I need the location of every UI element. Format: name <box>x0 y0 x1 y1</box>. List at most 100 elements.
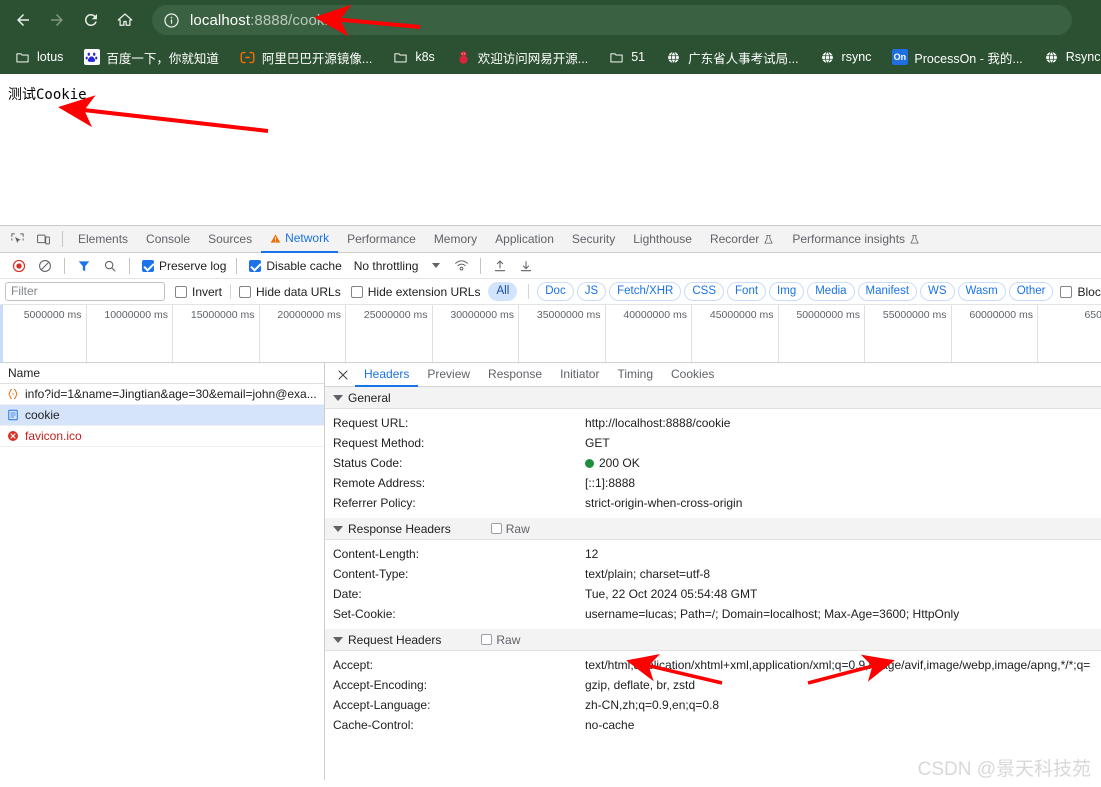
inspect-element-icon[interactable] <box>4 227 30 251</box>
devtools-tab-label: Memory <box>433 232 478 246</box>
detail-tab-response[interactable]: Response <box>479 363 551 387</box>
section-header[interactable]: Response Headers Raw <box>325 518 1101 540</box>
info-circle-icon[interactable] <box>160 9 182 31</box>
header-value: GET <box>585 436 610 450</box>
overview-tick: 40000000 ms <box>606 305 692 362</box>
devtools-tab-elements[interactable]: Elements <box>69 226 137 252</box>
devtools-tab-performance[interactable]: Performance <box>338 226 425 252</box>
search-icon[interactable] <box>97 254 123 278</box>
disable-cache-label: Disable cache <box>266 258 342 273</box>
request-row[interactable]: cookie <box>0 405 324 426</box>
detail-tab-preview[interactable]: Preview <box>418 363 479 387</box>
devtools-tab-lighthouse[interactable]: Lighthouse <box>624 226 701 252</box>
type-filter-ws[interactable]: WS <box>920 282 955 301</box>
header-key: Remote Address: <box>333 476 426 490</box>
header-row: Referrer Policy: strict-origin-when-cross… <box>325 493 1101 513</box>
type-filter-all[interactable]: All <box>488 282 518 301</box>
devtools-tab-label: Elements <box>78 232 129 246</box>
type-filter-media[interactable]: Media <box>807 282 855 301</box>
network-overview-timeline[interactable]: 5000000 ms 10000000 ms 15000000 ms 20000000… <box>0 305 1101 363</box>
type-filter-fetch-xhr[interactable]: Fetch/XHR <box>609 282 682 301</box>
network-split-view: Name info?id=1&name=Jingtian&age=30&emai… <box>0 363 1101 780</box>
type-filter-other[interactable]: Other <box>1008 282 1054 301</box>
close-icon[interactable] <box>331 364 355 386</box>
beaker-icon <box>909 234 920 245</box>
bookmark-item[interactable]: lotus <box>10 46 71 69</box>
clear-icon[interactable] <box>32 254 58 278</box>
export-har-icon[interactable] <box>513 254 539 278</box>
hide-data-urls-checkbox[interactable]: Hide data URLs <box>239 285 341 299</box>
header-row: Date: Tue, 22 Oct 2024 05:54:48 GMT <box>325 584 1101 604</box>
forward-button[interactable] <box>42 5 72 35</box>
detail-tab-timing[interactable]: Timing <box>608 363 662 387</box>
bookmark-label: 百度一下，你就知道 <box>106 51 219 66</box>
disable-cache-checkbox[interactable]: Disable cache <box>249 258 342 273</box>
watermark: CSDN @景天科技苑 <box>917 759 1091 780</box>
bookmark-item[interactable]: k8s <box>388 46 442 69</box>
devtools-tab-security[interactable]: Security <box>563 226 624 252</box>
type-filter-font[interactable]: Font <box>727 282 767 301</box>
hide-extension-urls-checkbox[interactable]: Hide extension URLs <box>350 285 480 299</box>
raw-toggle[interactable]: Raw <box>481 633 520 647</box>
devtools-tab-label: Performance insights <box>792 232 906 246</box>
bookmark-item[interactable]: rsync <box>815 46 880 69</box>
type-filter-wasm[interactable]: Wasm <box>957 282 1006 301</box>
requests-column-header[interactable]: Name <box>0 363 324 384</box>
header-value: strict-origin-when-cross-origin <box>585 496 743 510</box>
devtools-tab-application[interactable]: Application <box>486 226 563 252</box>
back-button[interactable] <box>8 5 38 35</box>
bookmark-item[interactable]: 阿里巴巴开源镜像... <box>235 45 380 70</box>
import-har-icon[interactable] <box>487 254 513 278</box>
network-conditions-icon[interactable] <box>448 254 474 278</box>
reload-button[interactable] <box>76 5 106 35</box>
bookmark-item[interactable]: 欢迎访问网易开源... <box>451 45 596 70</box>
divider <box>64 257 65 274</box>
device-toolbar-icon[interactable] <box>30 227 56 251</box>
devtools-tab-memory[interactable]: Memory <box>425 226 486 252</box>
type-filter-doc[interactable]: Doc <box>537 282 574 301</box>
detail-tab-headers[interactable]: Headers <box>355 363 419 387</box>
invert-label: Invert <box>192 284 223 299</box>
home-button[interactable] <box>110 5 140 35</box>
funnel-icon[interactable] <box>71 254 97 278</box>
divider <box>528 284 530 299</box>
blocked-responses-label: Blocked resp <box>1077 284 1101 299</box>
blocked-responses-checkbox[interactable]: Blocked resp <box>1060 285 1101 299</box>
section-header[interactable]: Request Headers Raw <box>325 629 1101 651</box>
bookmark-item[interactable]: Rsync + <box>1039 46 1101 69</box>
error-circle-icon <box>6 429 20 443</box>
invert-checkbox[interactable]: Invert <box>175 285 222 299</box>
bookmark-item[interactable]: On ProcessOn - 我的... <box>887 45 1030 70</box>
throttling-dropdown[interactable]: No throttling <box>354 259 441 273</box>
preserve-log-checkbox[interactable]: Preserve log <box>142 259 226 273</box>
detail-tab-cookies[interactable]: Cookies <box>662 363 723 387</box>
type-filter-manifest[interactable]: Manifest <box>857 282 918 301</box>
detail-tab-initiator[interactable]: Initiator <box>551 363 608 387</box>
requests-pane: Name info?id=1&name=Jingtian&age=30&emai… <box>0 363 325 780</box>
devtools-tab-console[interactable]: Console <box>137 226 199 252</box>
request-name: info?id=1&name=Jingtian&age=30&email=joh… <box>25 387 317 401</box>
bookmark-item[interactable]: 51 <box>604 46 653 69</box>
devtools-tab-recorder[interactable]: Recorder <box>701 226 783 252</box>
section-header[interactable]: General <box>325 387 1101 409</box>
request-row[interactable]: favicon.ico <box>0 426 324 447</box>
devtools-tab-network[interactable]: Network <box>261 226 339 253</box>
header-key: Accept-Encoding: <box>333 678 428 692</box>
status-dot <box>585 459 594 468</box>
devtools-tab-performance-insights[interactable]: Performance insights <box>783 226 929 252</box>
chevron-down-icon <box>432 263 441 268</box>
type-filter-img[interactable]: Img <box>769 282 805 301</box>
divider <box>230 284 232 299</box>
type-filter-css[interactable]: CSS <box>684 282 725 301</box>
request-row[interactable]: info?id=1&name=Jingtian&age=30&email=joh… <box>0 384 324 405</box>
type-filter-js[interactable]: JS <box>576 282 607 301</box>
bookmark-item[interactable]: 广东省人事考试局... <box>661 45 806 70</box>
raw-toggle[interactable]: Raw <box>490 522 530 536</box>
filter-input[interactable]: Filter <box>5 282 165 301</box>
record-stop-icon[interactable] <box>6 254 32 278</box>
devtools-tab-sources[interactable]: Sources <box>199 226 261 252</box>
devtools-tabbar: Elements Console Sources Network Performance… <box>0 226 1101 253</box>
overview-tick: 650000 <box>1038 305 1101 362</box>
omnibox[interactable]: localhost:8888/cookie <box>152 5 1072 35</box>
bookmark-item[interactable]: 百度一下，你就知道 <box>79 45 227 70</box>
